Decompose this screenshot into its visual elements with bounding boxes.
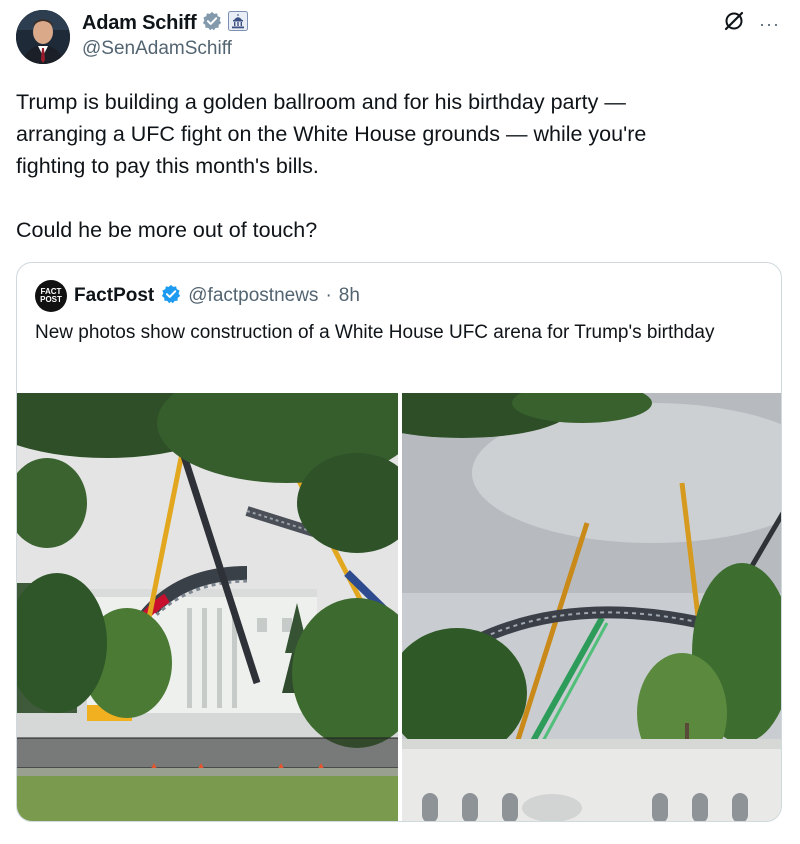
logo-text: POST [40, 295, 62, 304]
verified-badge-icon [202, 11, 222, 36]
quoted-post-header: FACT POST FactPost @factpostnews · 8h [35, 279, 360, 313]
photo-white-house-cranes[interactable] [17, 393, 398, 821]
photo-arena-construction[interactable] [402, 393, 781, 821]
author-handle[interactable]: @SenAdamSchiff [82, 38, 232, 60]
grok-icon[interactable] [723, 10, 745, 37]
post-body: Trump is building a golden ballroom and … [16, 86, 776, 246]
author-name-row: Adam Schiff [82, 10, 249, 36]
author-display-name[interactable]: Adam Schiff [82, 12, 197, 35]
post-actions-top: ··· [723, 10, 780, 37]
post-paragraph: Trump is building a golden ballroom and … [16, 90, 647, 178]
quoted-author-name[interactable]: FactPost [74, 285, 154, 307]
verified-badge-icon [161, 284, 181, 309]
quoted-post-text: New photos show construction of a White … [35, 322, 715, 343]
quoted-author-handle[interactable]: @factpostnews [188, 285, 318, 307]
more-options-icon[interactable]: ··· [759, 14, 780, 34]
media-grid [17, 393, 781, 821]
quoted-post[interactable]: FACT POST FactPost @factpostnews · 8h Ne… [16, 262, 782, 822]
author-avatar[interactable] [16, 10, 70, 64]
post-paragraph: Could he be more out of touch? [16, 218, 318, 242]
separator-dot: · [325, 285, 332, 306]
post-time[interactable]: 8h [339, 285, 360, 307]
factpost-logo[interactable]: FACT POST [35, 280, 67, 312]
government-building-icon [228, 10, 249, 36]
tweet: Adam Schiff @SenAdamSchiff ··· Trump is … [0, 0, 800, 844]
